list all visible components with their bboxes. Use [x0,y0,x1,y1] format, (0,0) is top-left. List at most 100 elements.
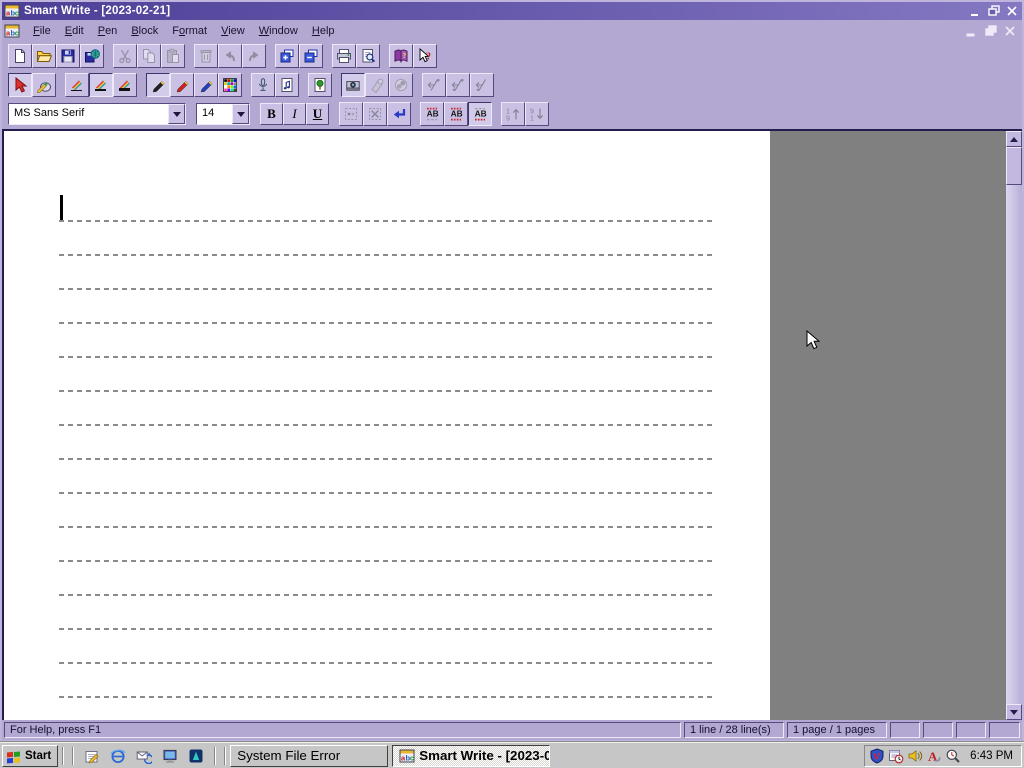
font-utility-icon[interactable]: A [926,748,942,764]
menu-pen[interactable]: Pen [91,23,125,39]
svg-text:9: 9 [530,108,534,115]
vertical-scrollbar[interactable] [1006,131,1022,720]
marker-black-button[interactable] [146,72,170,97]
font-size-select[interactable]: 14 [196,103,250,125]
ab-line-both-button[interactable]: AB [444,102,468,126]
volume-icon[interactable] [907,748,923,764]
menu-format[interactable]: Format [165,23,214,39]
line-start-icon [426,77,442,93]
restore-button[interactable] [986,4,1002,18]
page-remove-button[interactable] [299,43,323,68]
standard-toolbar: ?? [2,41,1022,70]
mdi-minimize-button[interactable] [964,24,980,38]
color-palette-button[interactable] [218,72,242,97]
writing-page[interactable] [4,131,770,720]
picture-tree-button[interactable] [308,72,332,97]
underline-button[interactable]: U [306,103,329,125]
font-name-dropdown-button[interactable] [168,104,185,124]
document-area [2,129,1022,720]
save-floppy-button[interactable] [56,43,80,68]
mdi-close-button[interactable] [1002,24,1018,38]
font-name-select[interactable]: MS Sans Serif [8,103,186,125]
delete-trash-icon [198,48,214,64]
task-button-smart-write-2023-0[interactable]: a b c Smart Write - [2023-0... [392,744,551,767]
minimize-button[interactable] [968,4,984,18]
menu-view[interactable]: View [214,23,252,39]
menu-edit[interactable]: Edit [58,23,91,39]
context-help-button[interactable]: ? [413,43,437,68]
page-add-button[interactable] [275,43,299,68]
pen-input-button[interactable] [32,72,56,97]
pen-toolbar [2,70,1022,99]
menu-file[interactable]: File [26,23,58,39]
status-panel-0: 1 line / 28 line(s) [684,722,784,738]
display-channel-icon[interactable] [160,746,180,766]
menu-block[interactable]: Block [124,23,165,39]
camera-button[interactable] [341,72,365,97]
ruled-line [59,662,713,664]
svg-text:c: c [15,28,19,37]
ab-line-top-button[interactable]: AB [420,102,444,126]
export-globe-button[interactable] [80,43,104,68]
ruled-line [59,322,713,324]
close-button[interactable] [1004,4,1020,18]
marker-blue-button[interactable] [194,72,218,97]
scrollbar-track[interactable] [1006,185,1022,704]
task-scheduler-icon[interactable] [888,748,904,764]
svg-text:1: 1 [530,116,534,122]
print-preview-button[interactable] [356,43,380,68]
taskbar-divider [214,746,217,765]
save-floppy-icon [60,48,76,64]
open-folder-button[interactable] [32,43,56,68]
font-size-dropdown-button[interactable] [232,104,249,124]
menu-window[interactable]: Window [252,23,305,39]
system-agent-clock-icon[interactable] [945,748,961,764]
taskbar-divider [72,746,75,765]
ruled-line [59,390,713,392]
microphone-button[interactable] [251,72,275,97]
start-button[interactable]: Start [2,744,59,767]
italic-button[interactable]: I [283,103,306,125]
line-start-button [422,72,446,97]
insert-marks-button [339,102,363,126]
menu-help[interactable]: Help [305,23,342,39]
reorder-down-button: 91 [525,102,549,126]
internet-explorer-icon[interactable] [108,746,128,766]
title-bar: abc Smart Write - [2023-02-21] [2,2,1022,20]
paste-clipboard-button [161,43,185,68]
antivirus-shield-icon[interactable]: V [869,747,885,764]
scrollbar-thumb[interactable] [1006,147,1022,185]
pen-thick-button[interactable] [113,72,137,97]
scrollbar-up-button[interactable] [1006,131,1022,147]
print-button[interactable] [332,43,356,68]
pen-medium-button[interactable] [89,72,113,97]
mouse-cursor [806,330,820,350]
ab-line-bottom-button[interactable]: AB [468,102,492,126]
delete-marks-button [363,102,387,126]
scrollbar-down-button[interactable] [1006,704,1022,720]
document-icon[interactable]: abc [4,23,20,39]
status-bar: For Help, press F1 1 line / 28 line(s) 1 … [2,720,1022,740]
undo-arrow-button [218,43,242,68]
font-name-value: MS Sans Serif [14,107,85,119]
pen-thin-button[interactable] [65,72,89,97]
marker-red-button[interactable] [170,72,194,97]
task-button-system-file-error[interactable]: System File Error [230,744,389,767]
start-label: Start [25,749,52,762]
select-arrow-button[interactable] [8,72,32,97]
sound-clip-button[interactable] [275,72,299,97]
ruled-line [59,560,713,562]
mdi-restore-button[interactable] [983,24,999,38]
media-player-icon[interactable] [186,746,206,766]
context-help-icon: ? [417,47,433,64]
ab-line-top-icon: AB [424,106,440,122]
pen-pad-icon[interactable] [82,746,102,766]
status-panel-empty [989,722,1020,738]
new-document-button[interactable] [8,43,32,68]
mail-icon[interactable] [134,746,154,766]
bold-button[interactable]: B [260,103,283,125]
svg-text:?: ? [403,51,407,59]
return-arrow-icon [391,106,407,122]
return-arrow-button[interactable] [387,102,411,126]
help-book-button[interactable]: ? [389,43,413,68]
